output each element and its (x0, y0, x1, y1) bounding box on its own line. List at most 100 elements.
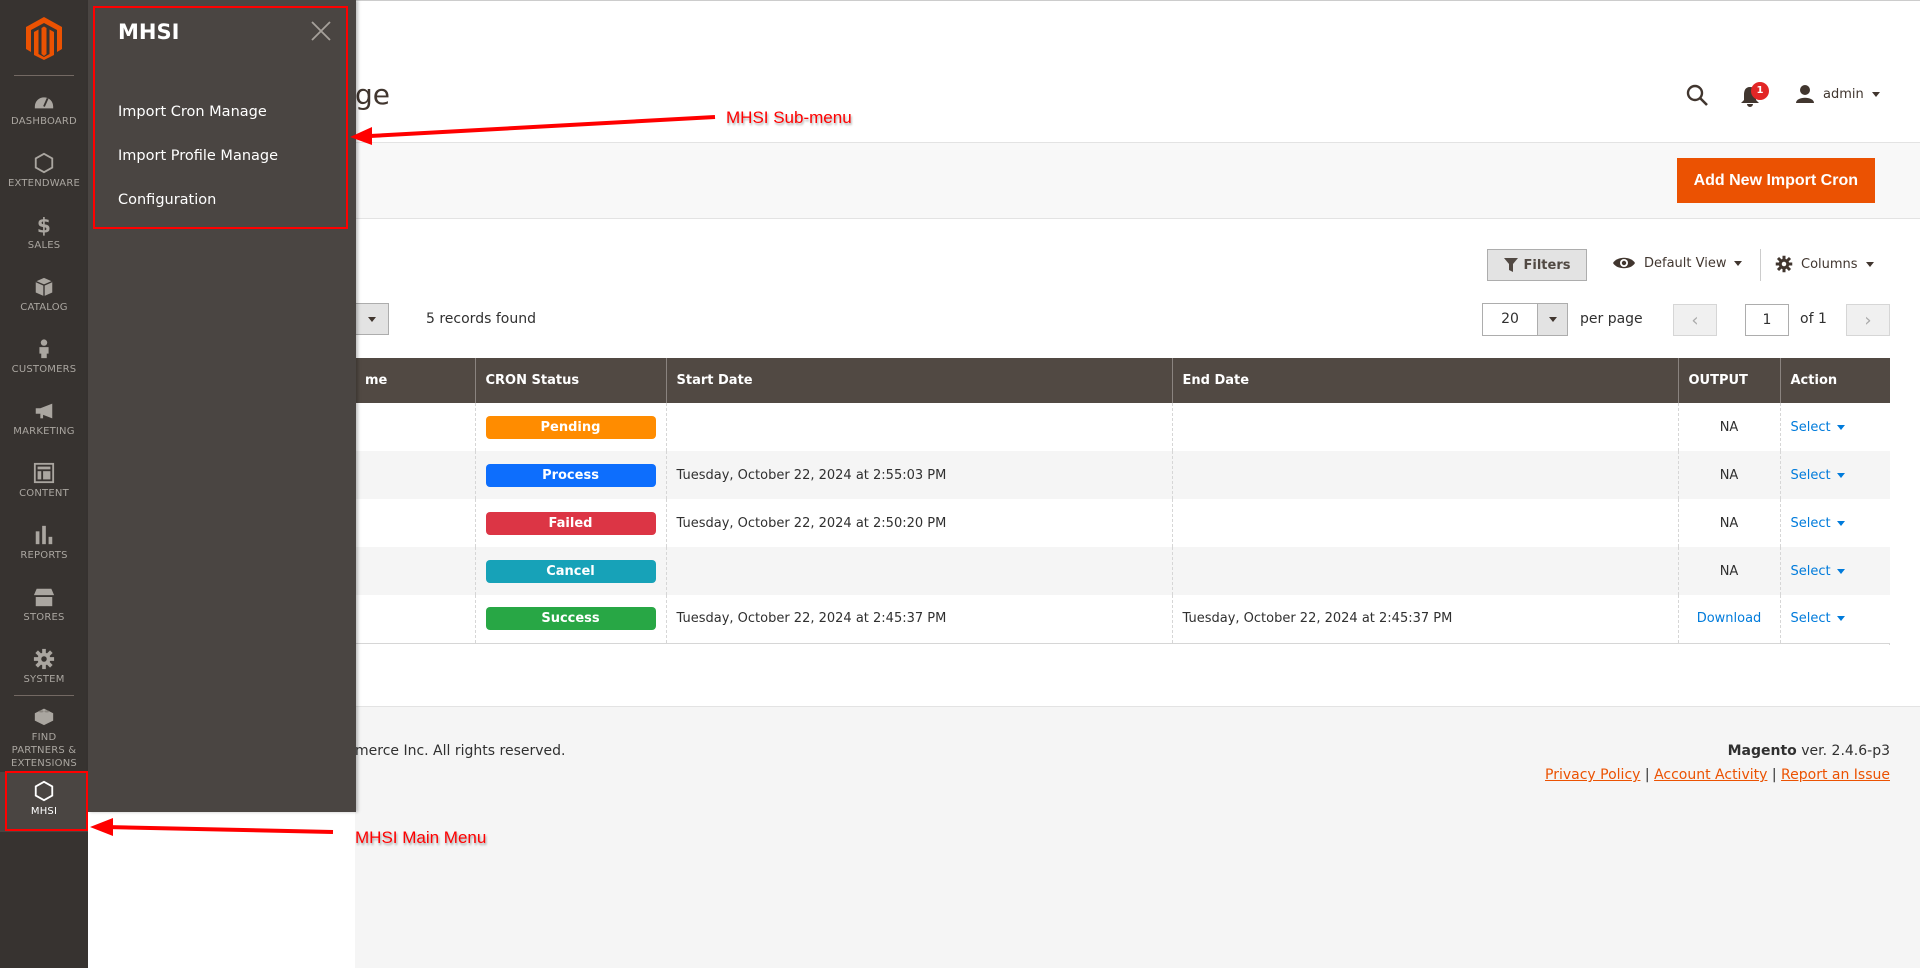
table-row: Process Tuesday, October 22, 2024 at 2:55… (355, 451, 1890, 499)
table-row: Failed Tuesday, October 22, 2024 at 2:50:… (355, 499, 1890, 547)
person-icon (39, 339, 49, 359)
column-header[interactable]: Action (1779, 358, 1890, 403)
status-badge: Cancel (485, 559, 656, 583)
report-issue-link[interactable]: Report an Issue (1781, 767, 1890, 783)
per-page-value: 20 (1501, 311, 1519, 327)
next-page-button[interactable]: › (1846, 304, 1890, 336)
sidebar-item-system[interactable]: SYSTEM (0, 648, 88, 710)
gear-icon (1775, 255, 1793, 273)
storefront-icon (33, 588, 55, 607)
user-icon (1796, 85, 1814, 103)
chevron-down-icon (1548, 317, 1557, 322)
column-header[interactable]: Start Date (665, 358, 1172, 403)
privacy-policy-link[interactable]: Privacy Policy (1545, 767, 1640, 783)
magento-logo-icon[interactable] (24, 16, 64, 60)
status-cell: Cancel (474, 547, 666, 595)
hexagon-icon (34, 152, 54, 174)
admin-user-menu[interactable]: admin (1795, 84, 1880, 104)
sidebar-item-catalog[interactable]: CATALOG (0, 276, 88, 338)
previous-page-button[interactable]: ‹ (1673, 304, 1717, 336)
page-actions-bar: Add New Import Cron (355, 142, 1920, 219)
divider (14, 695, 74, 696)
sidebar-item-find-partners[interactable]: FIND PARTNERS & EXTENSIONS (0, 705, 88, 775)
filter-icon (1503, 258, 1518, 272)
eye-icon (1613, 257, 1635, 269)
page-title: ge (355, 78, 390, 111)
admin-username: admin (1823, 86, 1864, 102)
per-page-select[interactable]: 20 (1482, 303, 1568, 336)
arrow-main-menu (104, 825, 334, 834)
action-select[interactable]: Select (1791, 564, 1845, 579)
sidebar-item-label: CATALOG (20, 302, 68, 313)
sidebar-item-sales[interactable]: $ SALES (0, 214, 88, 276)
action-label: Select (1790, 467, 1831, 483)
default-view-dropdown[interactable]: Default View (1612, 255, 1743, 271)
sidebar-item-content[interactable]: CONTENT (0, 462, 88, 524)
action-select[interactable]: Select (1791, 516, 1845, 531)
notifications-button[interactable]: 1 (1740, 82, 1770, 110)
add-new-import-cron-button[interactable]: Add New Import Cron (1676, 158, 1875, 203)
action-label: Select (1790, 419, 1831, 435)
sidebar-item-label: STORES (23, 612, 65, 623)
chevron-down-icon (1836, 424, 1845, 430)
mass-actions-dropdown[interactable] (355, 303, 389, 335)
account-activity-link[interactable]: Account Activity (1654, 767, 1767, 783)
action-select[interactable]: Select (1791, 468, 1845, 483)
dollar-icon: $ (37, 214, 51, 236)
end-date-cell (1171, 547, 1678, 595)
footer-links: Privacy Policy | Account Activity | Repo… (1545, 767, 1890, 783)
start-date-cell: Tuesday, October 22, 2024 at 2:50:20 PM (665, 499, 1172, 547)
page-number-input[interactable]: 1 (1745, 304, 1789, 336)
action-label: Select (1790, 563, 1831, 579)
filters-button[interactable]: Filters (1487, 249, 1587, 281)
search-icon[interactable] (1685, 80, 1709, 110)
arrow-submenu (369, 115, 716, 138)
status-cell: Process (474, 451, 666, 499)
sidebar-item-label: REPORTS (20, 550, 68, 561)
column-header[interactable]: End Date (1171, 358, 1678, 403)
status-badge: Failed (485, 511, 656, 535)
table-row: Pending NA Select (355, 403, 1890, 451)
sidebar-item-reports[interactable]: REPORTS (0, 524, 88, 586)
column-header[interactable]: CRON Status (474, 358, 666, 403)
version-number: ver. 2.4.6-p3 (1796, 743, 1890, 759)
columns-dropdown[interactable]: Columns (1775, 255, 1874, 273)
sidebar-item-stores[interactable]: STORES (0, 586, 88, 648)
column-header[interactable]: OUTPUT (1677, 358, 1780, 403)
status-cell: Failed (474, 499, 666, 547)
output-cell: NA (1677, 451, 1780, 499)
output-cell: NA (1677, 403, 1780, 451)
sidebar-item-label: MARKETING (13, 426, 75, 437)
column-header[interactable]: me (355, 358, 475, 403)
sidebar-item-extendware[interactable]: EXTENDWARE (0, 152, 88, 214)
action-select[interactable]: Select (1791, 420, 1845, 435)
svg-text:$: $ (37, 214, 51, 236)
status-cell: Pending (474, 403, 666, 451)
sidebar-item-marketing[interactable]: MARKETING (0, 400, 88, 462)
annotation-label-submenu: MHSI Sub-menu (726, 108, 852, 127)
sidebar-item-label: CONTENT (19, 488, 69, 499)
action-select[interactable]: Select (1791, 611, 1845, 626)
table-row: Success Tuesday, October 22, 2024 at 2:45… (355, 595, 1890, 644)
end-date-cell (1171, 451, 1678, 499)
chevron-down-icon (367, 316, 376, 322)
layout-icon (33, 462, 55, 484)
sidebar-item-customers[interactable]: CUSTOMERS (0, 338, 88, 400)
output-value: NA (1719, 419, 1739, 435)
copyright: merce Inc. All rights reserved. (355, 743, 566, 759)
view-label: Default View (1644, 255, 1727, 271)
name-cell (355, 499, 475, 547)
output-value: NA (1719, 515, 1739, 531)
chevron-down-icon (1836, 616, 1845, 622)
download-link[interactable]: Download (1697, 611, 1762, 626)
per-page-toggle[interactable] (1537, 304, 1567, 335)
name-cell (355, 547, 475, 595)
start-date-cell: Tuesday, October 22, 2024 at 2:45:37 PM (665, 595, 1172, 644)
name-cell (355, 403, 475, 451)
chevron-down-icon (1836, 520, 1845, 526)
version: Magento ver. 2.4.6-p3 (1728, 743, 1890, 759)
megaphone-icon (35, 403, 53, 419)
end-date-cell (1171, 499, 1678, 547)
sidebar-item-dashboard[interactable]: DASHBOARD (0, 90, 88, 152)
name-cell (355, 595, 475, 644)
